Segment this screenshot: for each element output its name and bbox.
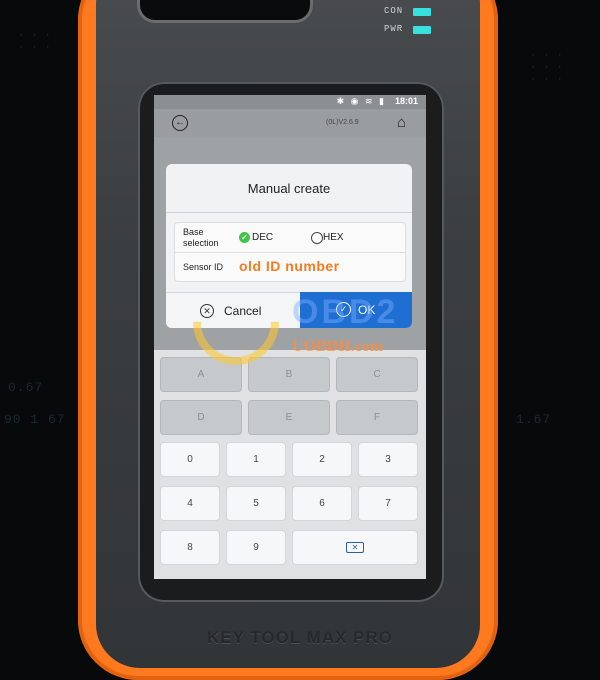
dialog-divider	[166, 212, 412, 213]
key-e[interactable]: E	[248, 400, 330, 435]
watermark-url: UOBDII.com	[292, 338, 384, 355]
key-1[interactable]: 1	[226, 442, 286, 477]
dialog-form: Base selection ✓ DEC HEX Sensor ID old I…	[174, 222, 406, 282]
key-9[interactable]: 9	[226, 530, 286, 565]
background-decoration: · · · · · · · · ·	[530, 50, 564, 86]
dec-label[interactable]: DEC	[252, 232, 273, 243]
watermark-logo-text: OBD2	[292, 293, 399, 331]
device-brand: KEY TOOL MAX PRO	[206, 628, 394, 647]
key-6[interactable]: 6	[292, 486, 352, 521]
key-5[interactable]: 5	[226, 486, 286, 521]
led-pwr-label: PWR	[384, 24, 404, 34]
background-decoration: 1.67	[516, 412, 552, 427]
status-icons: ✱ ◉ ≋ ▮	[336, 96, 386, 106]
dialog-title: Manual create	[247, 181, 331, 196]
status-time: 18:01	[394, 96, 418, 106]
led-con-label: CON	[384, 6, 404, 16]
keypad: A B C D E F 0 1 2 3 4 5 6 7 8 9 ✕	[154, 350, 426, 579]
key-d[interactable]: D	[160, 400, 242, 435]
key-3[interactable]: 3	[358, 442, 418, 477]
key-2[interactable]: 2	[292, 442, 352, 477]
key-c[interactable]: C	[336, 357, 418, 392]
background-decoration: 0.67	[8, 380, 44, 395]
status-bar: ✱ ◉ ≋ ▮ 18:01	[154, 95, 426, 109]
key-7[interactable]: 7	[358, 486, 418, 521]
background-decoration: · · · · · ·	[18, 30, 52, 54]
key-b[interactable]: B	[248, 357, 330, 392]
background-decoration: 90 1 67	[4, 412, 66, 427]
back-icon[interactable]: ←	[172, 115, 188, 131]
app-version: (0L)V2.6.9	[326, 119, 359, 126]
hex-label[interactable]: HEX	[323, 232, 344, 243]
backspace-icon: ✕	[346, 541, 364, 553]
sensor-id-label: Sensor ID	[183, 262, 224, 272]
key-8[interactable]: 8	[160, 530, 220, 565]
key-0[interactable]: 0	[160, 442, 220, 477]
device-top-slot	[137, 0, 313, 23]
form-row-divider	[175, 252, 405, 253]
hex-radio[interactable]	[311, 232, 323, 244]
app-bar: ← (0L)V2.6.9 ⌂	[154, 109, 426, 137]
key-4[interactable]: 4	[160, 486, 220, 521]
key-f[interactable]: F	[336, 400, 418, 435]
dec-radio[interactable]: ✓	[239, 232, 250, 243]
led-pwr-indicator	[413, 26, 431, 34]
home-icon[interactable]: ⌂	[397, 114, 406, 131]
base-selection-label: Base selection	[183, 227, 219, 248]
backspace-key[interactable]: ✕	[292, 530, 418, 565]
sensor-id-input[interactable]: old ID number	[239, 258, 340, 274]
led-con-indicator	[413, 8, 431, 16]
